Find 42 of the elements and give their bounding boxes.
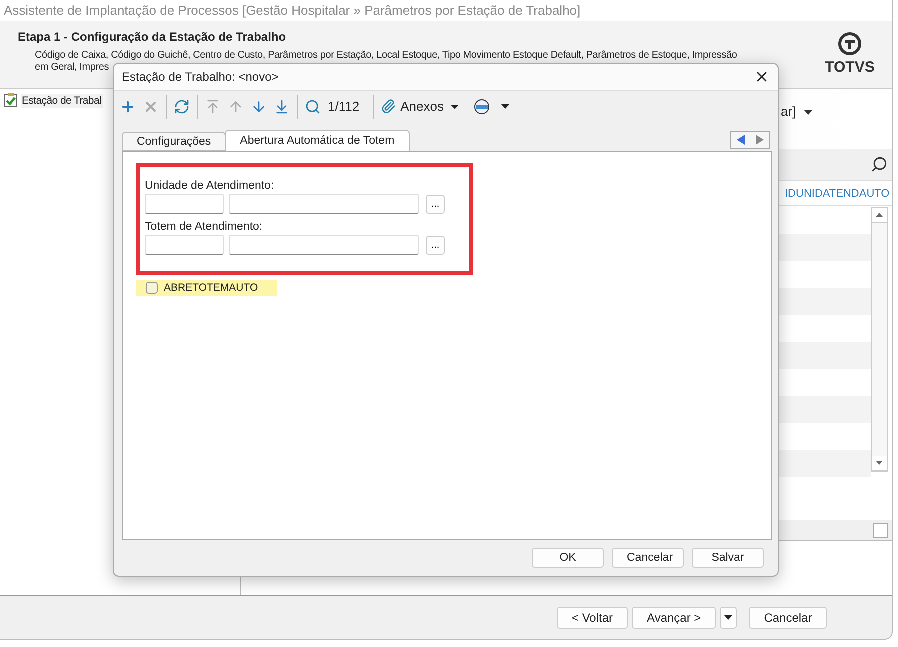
dropdown-button[interactable] [720, 606, 738, 628]
caret-icon[interactable] [724, 614, 734, 620]
description-field[interactable] [229, 235, 419, 255]
scroll-up-icon[interactable] [876, 213, 883, 217]
code-field[interactable] [145, 194, 224, 214]
dialog-button[interactable]: OK [532, 548, 604, 568]
scroll-right-button[interactable] [873, 522, 888, 538]
checklist-icon [4, 93, 18, 108]
caret-icon[interactable] [500, 104, 510, 110]
caret-icon[interactable] [804, 110, 814, 116]
logo-icon [838, 32, 862, 56]
wizard-button[interactable]: < Voltar [557, 606, 628, 628]
wizard-button[interactable]: Avançar > [632, 606, 716, 628]
scroll-down-icon[interactable] [876, 461, 883, 465]
window-title: Assistente de Implantação de Processos [Gestão Hospitalar » Parâmetros por Estação de Trabalho] [4, 3, 581, 18]
field-label: Unidade de Atendimento: [145, 180, 276, 192]
dialog-button[interactable]: Cancelar [612, 548, 684, 568]
wizard-button[interactable]: Cancelar [749, 606, 828, 628]
dialog-button[interactable]: Salvar [692, 548, 764, 568]
checkbox[interactable] [146, 282, 158, 294]
checkbox-label: ABRETOTEMAUTO [164, 282, 258, 294]
tab[interactable]: Abertura Automática de Totem [225, 130, 410, 151]
paperclip-icon [380, 99, 396, 114]
search-icon[interactable] [871, 156, 888, 173]
tab[interactable]: Configurações [122, 132, 226, 151]
field-label: Totem de Atendimento: [145, 221, 264, 233]
step-title: Etapa 1 - Configuração da Estação de Trabalho [18, 30, 288, 44]
step-description: Código de Caixa, Código do Guichê, Centro de Custo, Parâmetros por Estação, Local Estoque, Tipo Movimento Estoque Default, Parâmetros de Estoque, Impressão [35, 50, 738, 62]
vertical-scrollbar[interactable] [871, 207, 888, 472]
left-arrow-icon[interactable] [736, 135, 744, 145]
logo-text: TOTVS [825, 59, 875, 76]
right-arrow-icon[interactable] [756, 135, 764, 145]
description-field[interactable] [229, 194, 419, 214]
record-counter: 1/112 [328, 99, 360, 114]
step-description: em Geral, Impres [35, 62, 110, 74]
lookup-button[interactable]: ... [426, 236, 445, 254]
lookup-button[interactable]: ... [426, 194, 445, 214]
dropdown-text[interactable]: ar] [781, 104, 796, 119]
tree-item[interactable]: Estação de Trabal [21, 94, 103, 108]
code-field[interactable] [145, 235, 224, 255]
dialog-title: Estação de Trabalho: <novo> [122, 70, 279, 84]
attachments-button[interactable]: Anexos [378, 97, 463, 116]
